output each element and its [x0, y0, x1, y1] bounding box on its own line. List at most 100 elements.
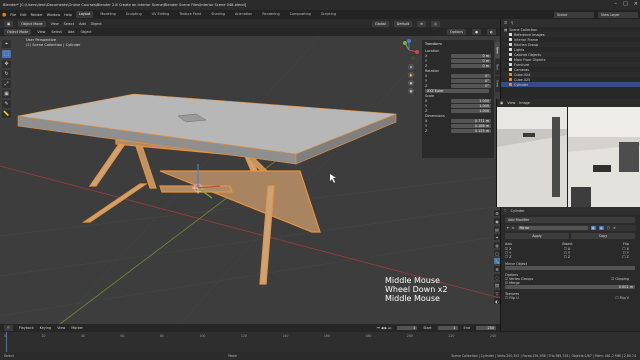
add-modifier-dropdown[interactable]: Add Modifier: [505, 217, 635, 223]
scale-x-field[interactable]: 1.000: [451, 98, 491, 103]
collapse-arrow-icon[interactable]: ▾: [507, 226, 509, 230]
blender-logo-icon[interactable]: ●: [2, 12, 6, 18]
scene-selector[interactable]: Scene: [554, 11, 594, 18]
workspace-tab-animation[interactable]: Animation: [232, 11, 255, 18]
playback-controls[interactable]: ⏮ ◀ ▶ ⏭: [377, 326, 392, 330]
editor-type-button[interactable]: ▣: [4, 20, 14, 27]
timeline-menu-playback[interactable]: Playback: [19, 326, 34, 330]
location-y-field[interactable]: 0 m: [451, 58, 491, 63]
flip-u-checkbox[interactable]: ☐ Flip U: [505, 296, 519, 300]
timeline-menu-view[interactable]: View: [57, 326, 65, 330]
modifier-name-field[interactable]: Mirror: [517, 226, 588, 230]
rotation-y-field[interactable]: 0°: [451, 78, 491, 83]
workspace-tab-shading[interactable]: Shading: [208, 11, 228, 18]
viewport-menu-select[interactable]: Select: [51, 30, 61, 34]
render-toggle-icon[interactable]: ◉: [598, 226, 604, 230]
shading-material-icon[interactable]: ◐: [487, 29, 496, 35]
menu-window[interactable]: Window: [47, 13, 60, 17]
workspace-tab-uv-editing[interactable]: UV Editing: [149, 11, 173, 18]
measure-icon[interactable]: 📏: [2, 110, 11, 118]
rotation-x-field[interactable]: 0°: [451, 73, 491, 78]
copy-button[interactable]: Copy: [571, 233, 635, 239]
cursor-icon[interactable]: ⌖: [2, 40, 11, 48]
scale-y-field[interactable]: 1.000: [451, 103, 491, 108]
transform-orientation-dropdown[interactable]: Global: [371, 20, 389, 27]
rotate-icon[interactable]: ↻: [2, 70, 11, 78]
menu-select[interactable]: Select: [64, 22, 74, 26]
proportional-edit-icon[interactable]: ◎: [431, 20, 440, 27]
transform-icon[interactable]: ▣: [2, 90, 11, 98]
playhead[interactable]: [6, 332, 7, 352]
close-button[interactable]: ×: [634, 1, 638, 7]
workspace-tab-scripting[interactable]: Scripting: [318, 11, 339, 18]
merge-limit-field[interactable]: 0.001 m: [505, 285, 635, 289]
dimensions-z-field[interactable]: 0.125 m: [451, 128, 491, 133]
axis-z-checkbox[interactable]: ☐ Z: [505, 255, 511, 259]
bisect-z-checkbox[interactable]: ☐ Z: [564, 255, 570, 259]
workspace-tab-compositing[interactable]: Compositing: [287, 11, 314, 18]
move-icon[interactable]: ✥: [2, 60, 11, 68]
viewport-menu-object[interactable]: Object: [80, 30, 91, 34]
outliner-item-selected[interactable]: Cylinder: [501, 82, 640, 87]
image-menu-image[interactable]: Image: [519, 101, 530, 105]
clipping-checkbox[interactable]: ☑ Clipping: [611, 277, 629, 281]
view-layer-selector[interactable]: View Layer: [598, 11, 638, 18]
scale-z-field[interactable]: 1.000: [451, 108, 491, 113]
transform-section-title[interactable]: Transform: [422, 40, 494, 48]
end-frame-field[interactable]: 250: [476, 326, 496, 330]
outliner-filter-icon[interactable]: ⚲: [511, 21, 513, 25]
dimensions-x-field[interactable]: 0.771 m: [451, 118, 491, 123]
editmode-toggle-icon[interactable]: ▢: [607, 226, 610, 230]
menu-add[interactable]: Add: [79, 22, 86, 26]
remove-modifier-icon[interactable]: ×: [613, 226, 616, 230]
flip-z-checkbox[interactable]: ☐ Z: [623, 255, 629, 259]
navigation-gizmo[interactable]: [398, 39, 420, 61]
shading-solid-icon[interactable]: ●: [472, 29, 482, 35]
scale-icon[interactable]: ⤢: [2, 80, 11, 88]
workspace-tab-layout[interactable]: Layout: [75, 11, 94, 18]
timeline-menu-marker[interactable]: Marker: [71, 326, 83, 330]
timeline-menu-keying[interactable]: Keying: [40, 326, 51, 330]
start-frame-field[interactable]: 1: [437, 326, 458, 330]
timeline[interactable]: 0 20 40 60 80 100 120 140 160 180 200 22…: [0, 332, 640, 352]
flip-v-checkbox[interactable]: ☐ Flip V: [615, 296, 629, 300]
camera-view-icon[interactable]: ▣: [408, 80, 414, 86]
minimize-button[interactable]: –: [615, 1, 618, 7]
workspace-tab-sculpting[interactable]: Sculpting: [123, 11, 145, 18]
image-editor-icon[interactable]: ▣: [500, 101, 503, 105]
current-frame-field[interactable]: 1: [397, 326, 418, 330]
viewport-menu-view[interactable]: View: [37, 30, 45, 34]
menu-help[interactable]: Help: [64, 13, 72, 17]
menu-view[interactable]: View: [51, 22, 59, 26]
outliner-editor-icon[interactable]: ☰: [504, 21, 507, 25]
object-mode-dropdown[interactable]: Object Mode: [18, 20, 46, 27]
timeline-editor-icon[interactable]: ⏱: [4, 325, 13, 331]
rotation-z-field[interactable]: 0°: [451, 83, 491, 88]
realtime-toggle-icon[interactable]: ▣: [590, 226, 596, 230]
pan-hand-icon[interactable]: ✋: [408, 72, 414, 78]
menu-edit[interactable]: Edit: [20, 13, 27, 17]
location-z-field[interactable]: 0 m: [451, 63, 491, 68]
dimensions-y-field[interactable]: 0.186 m: [451, 123, 491, 128]
workspace-tab-modeling[interactable]: Modeling: [97, 11, 118, 18]
viewport-mode-dropdown[interactable]: Object Mode: [4, 29, 32, 35]
viewport-menu-add[interactable]: Add: [68, 30, 75, 34]
viewport-options-button[interactable]: Options: [446, 29, 467, 35]
mirror-object-field[interactable]: [505, 266, 635, 270]
apply-button[interactable]: Apply: [505, 233, 569, 239]
menu-file[interactable]: File: [10, 13, 16, 17]
perspective-toggle-icon[interactable]: ▦: [408, 88, 414, 94]
zoom-icon[interactable]: ⊕: [408, 64, 414, 70]
maximize-button[interactable]: □: [623, 1, 628, 7]
pivot-dropdown[interactable]: Default: [393, 20, 413, 27]
menu-object[interactable]: Object: [91, 22, 102, 26]
snap-icon[interactable]: ⊕: [417, 20, 427, 27]
menu-render[interactable]: Render: [31, 13, 43, 17]
select-box-icon[interactable]: ⬚: [2, 50, 11, 58]
workspace-tab-texture-paint[interactable]: Texture Paint: [176, 11, 204, 18]
rotation-mode-dropdown[interactable]: XYZ Euler: [425, 88, 489, 93]
annotate-icon[interactable]: ✎: [2, 100, 11, 108]
image-menu-view[interactable]: View: [507, 101, 515, 105]
workspace-tab-rendering[interactable]: Rendering: [259, 11, 282, 18]
location-x-field[interactable]: 0 m: [451, 53, 491, 58]
